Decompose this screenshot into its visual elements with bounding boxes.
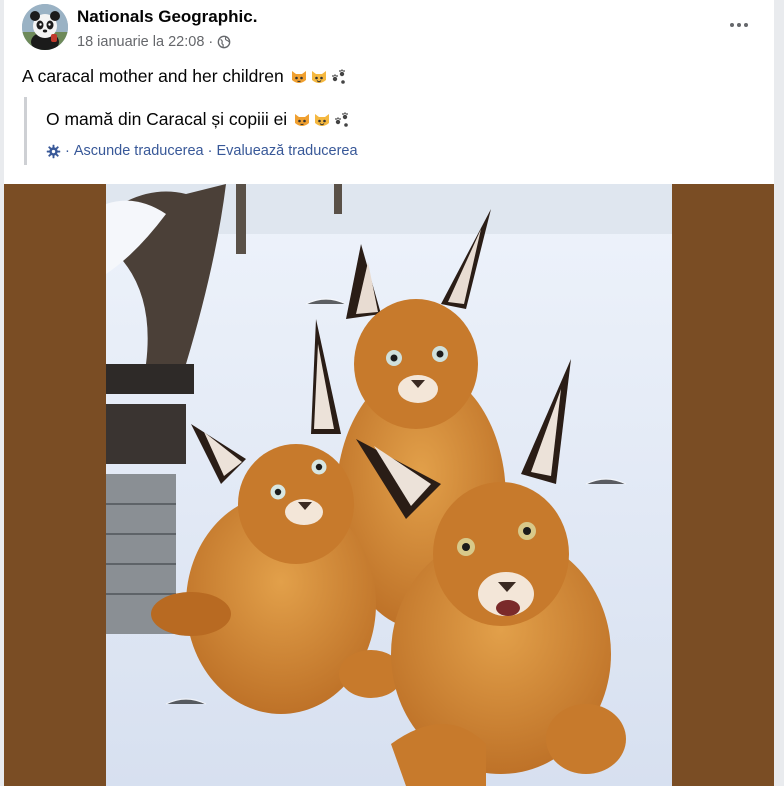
caracal-photo: [106, 184, 672, 786]
photo-container: [4, 184, 774, 786]
action-separator: ·: [65, 143, 70, 159]
translation-actions: · Ascunde traducerea · Evaluează traduce…: [46, 143, 358, 159]
translation-emojis: [293, 111, 351, 129]
cat-face-emoji: [295, 113, 310, 126]
gear-icon[interactable]: [46, 144, 61, 159]
more-options-icon: [730, 23, 734, 27]
cat-face-emoji: [315, 113, 330, 126]
cat-face-emoji: [311, 70, 326, 83]
translation-block: O mamă din Caracal și copiii ei · Ascund…: [24, 97, 727, 165]
more-dot: [737, 23, 741, 27]
paw-prints-emoji: [331, 68, 345, 84]
post-header: Nationals Geographic. 18 ianuarie la 22:…: [4, 0, 774, 60]
post-emojis: [290, 68, 348, 86]
post-text: A caracal mother and her children: [22, 66, 284, 86]
globe-icon[interactable]: [217, 35, 231, 49]
meta-separator: ·: [208, 34, 214, 50]
post-meta: 18 ianuarie la 22:08 ·: [77, 34, 231, 50]
post-timestamp[interactable]: 18 ianuarie la 22:08: [77, 34, 204, 50]
author-name[interactable]: Nationals Geographic.: [77, 7, 257, 27]
more-dot: [744, 23, 748, 27]
hide-translation-link[interactable]: Ascunde traducerea: [74, 143, 204, 159]
translation-text: O mamă din Caracal și copiii ei: [46, 109, 288, 129]
translation-body: O mamă din Caracal și copiii ei: [46, 109, 351, 130]
action-separator: ·: [207, 143, 213, 159]
rate-translation-link[interactable]: Evaluează traducerea: [216, 143, 357, 159]
post-photo[interactable]: [106, 184, 672, 786]
post-body: A caracal mother and her children: [22, 66, 348, 87]
cat-face-emoji: [291, 70, 306, 83]
paw-prints-emoji: [335, 111, 349, 127]
more-options-button[interactable]: [728, 14, 750, 36]
post-card: Nationals Geographic. 18 ianuarie la 22:…: [4, 0, 774, 786]
author-avatar[interactable]: [22, 4, 68, 50]
panda-icon: [22, 4, 68, 50]
